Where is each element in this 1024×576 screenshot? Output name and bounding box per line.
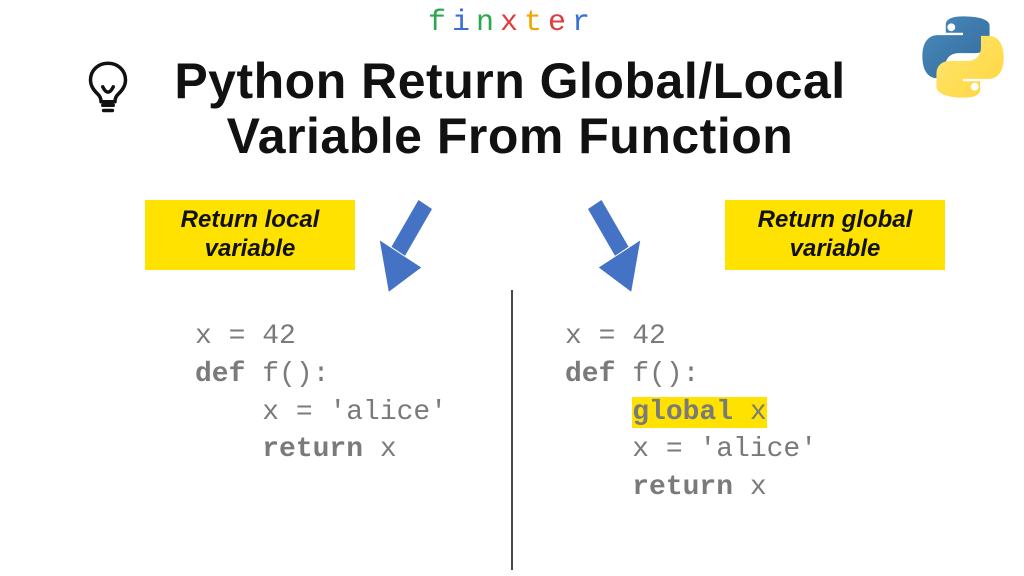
code-line: x = 'alice' xyxy=(195,397,447,428)
arrow-right-icon xyxy=(570,190,660,300)
arrow-left-icon xyxy=(360,190,450,300)
code-keyword-def: def xyxy=(195,359,245,390)
code-line: x xyxy=(363,434,397,465)
label-return-global: Return global variable xyxy=(725,200,945,270)
title-line-1: Python Return Global/Local xyxy=(174,53,845,109)
code-indent xyxy=(565,397,632,428)
title-block: Python Return Global/Local Variable From… xyxy=(80,54,940,164)
code-block-global: x = 42 def f(): global x x = 'alice' ret… xyxy=(565,318,817,507)
label-right-line1: Return global xyxy=(758,206,913,233)
brand-letter-4: t xyxy=(524,6,548,40)
brand-letter-6: r xyxy=(572,6,596,40)
code-highlight: x xyxy=(733,397,767,428)
slide: finxter Python Return xyxy=(0,0,1024,576)
brand-letter-2: n xyxy=(476,6,500,40)
label-left-line2: variable xyxy=(205,235,296,262)
label-return-local: Return local variable xyxy=(145,200,355,270)
code-keyword-return: return xyxy=(262,434,363,465)
code-line: x xyxy=(733,472,767,503)
code-block-local: x = 42 def f(): x = 'alice' return x xyxy=(195,318,447,469)
code-keyword-return: return xyxy=(632,472,733,503)
code-line: x = 42 xyxy=(195,321,296,352)
brand-letter-1: i xyxy=(452,6,476,40)
code-keyword-global: global xyxy=(632,397,733,428)
title-line-2: Variable From Function xyxy=(227,108,794,164)
label-left-line1: Return local xyxy=(181,206,320,233)
lightbulb-icon xyxy=(80,58,136,114)
label-right-line2: variable xyxy=(790,235,881,262)
brand-letter-0: f xyxy=(428,6,452,40)
code-keyword-def: def xyxy=(565,359,615,390)
brand-logo: finxter xyxy=(0,6,1024,40)
code-indent xyxy=(565,472,632,503)
code-line: f(): xyxy=(615,359,699,390)
code-line: x = 42 xyxy=(565,321,666,352)
code-line: f(): xyxy=(245,359,329,390)
code-line: x = 'alice' xyxy=(565,434,817,465)
brand-letter-3: x xyxy=(500,6,524,40)
brand-letter-5: e xyxy=(548,6,572,40)
vertical-divider xyxy=(511,290,513,570)
page-title: Python Return Global/Local Variable From… xyxy=(80,54,940,164)
code-indent xyxy=(195,434,262,465)
